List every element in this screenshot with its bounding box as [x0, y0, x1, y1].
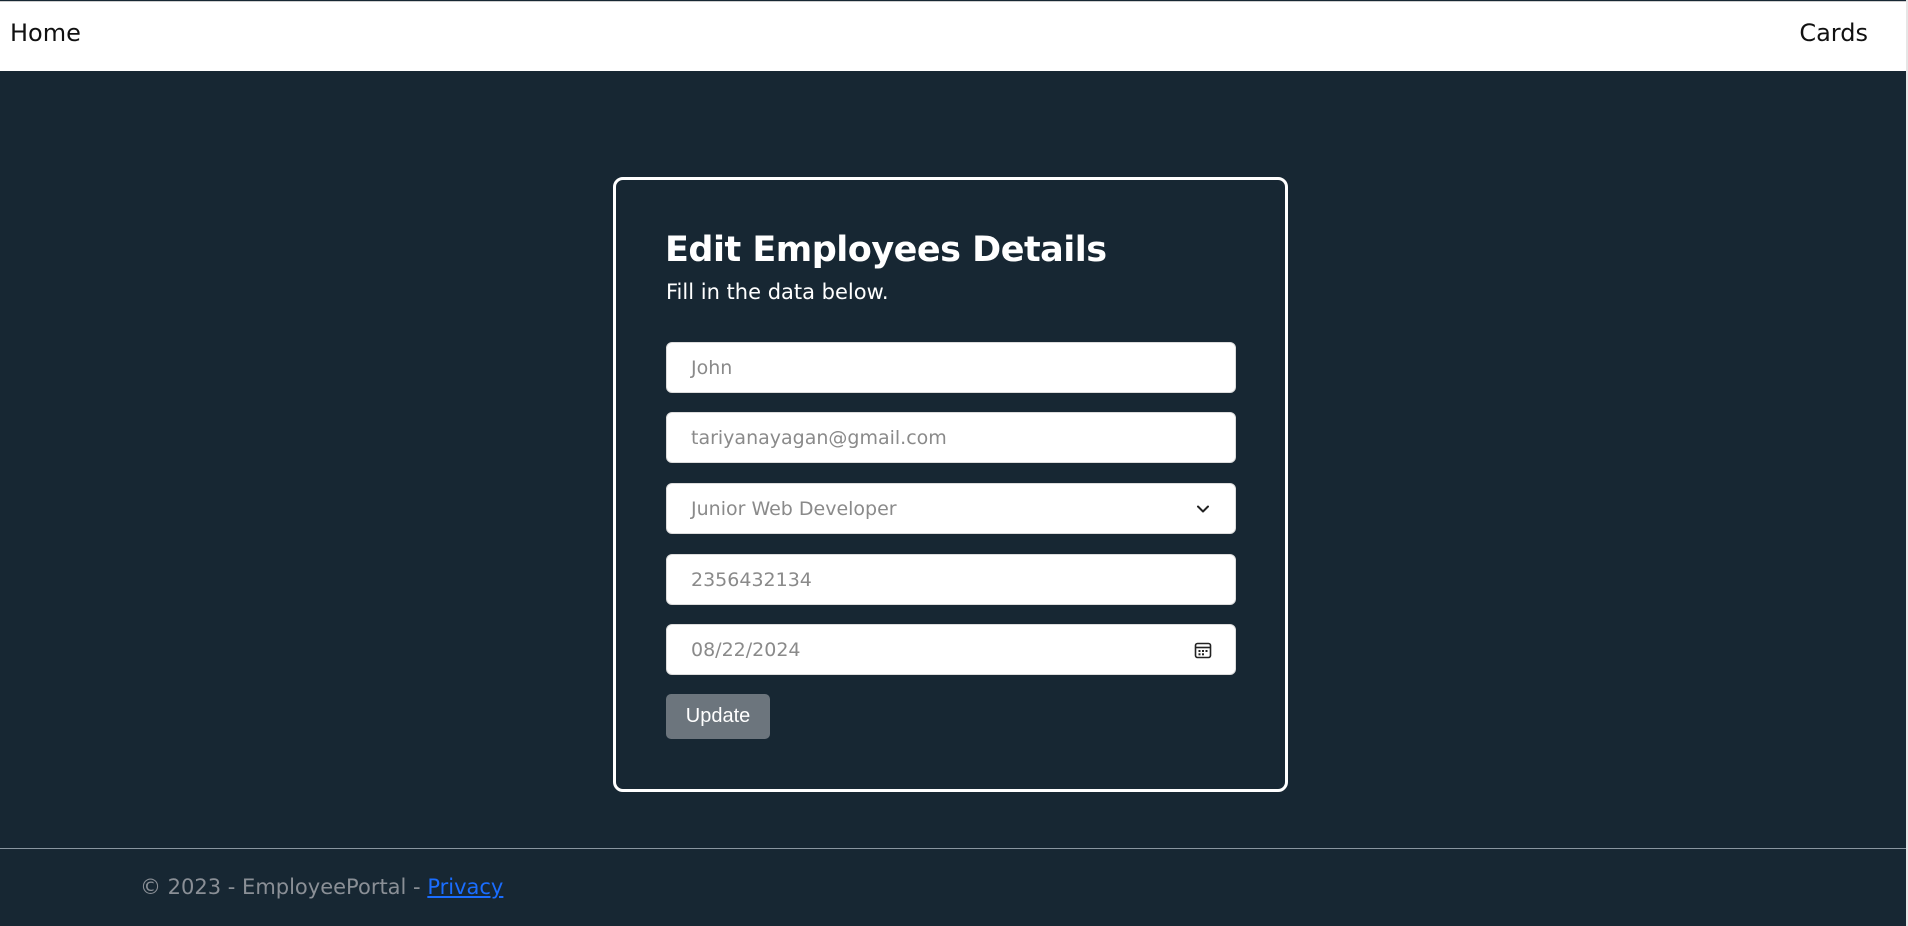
page-title: Edit Employees Details	[665, 230, 1107, 270]
edit-employee-card: Edit Employees Details Fill in the data …	[613, 177, 1288, 792]
name-value: John	[691, 357, 733, 379]
top-navbar: Home Cards	[0, 1, 1906, 71]
footer-copyright: © 2023 - EmployeePortal -	[140, 875, 428, 899]
name-input[interactable]: John	[666, 342, 1236, 393]
phone-input[interactable]: 2356432134	[666, 554, 1236, 605]
privacy-link[interactable]: Privacy	[427, 875, 503, 899]
nav-cards-link[interactable]: Cards	[1799, 19, 1868, 47]
nav-home-link[interactable]: Home	[10, 19, 81, 47]
date-input[interactable]: 08/22/2024	[666, 624, 1236, 675]
footer: © 2023 - EmployeePortal - Privacy	[140, 875, 503, 899]
page-subtitle: Fill in the data below.	[666, 280, 889, 304]
footer-divider	[0, 848, 1906, 849]
date-value: 08/22/2024	[691, 639, 801, 661]
email-value: tariyanayagan@gmail.com	[691, 427, 947, 449]
update-button[interactable]: Update	[666, 694, 770, 739]
phone-value: 2356432134	[691, 569, 812, 591]
chevron-down-icon	[1193, 499, 1213, 519]
calendar-icon[interactable]	[1193, 640, 1213, 660]
email-input[interactable]: tariyanayagan@gmail.com	[666, 412, 1236, 463]
position-value: Junior Web Developer	[691, 498, 897, 520]
page-background: Home Cards Edit Employees Details Fill i…	[0, 0, 1906, 926]
position-select[interactable]: Junior Web Developer	[666, 483, 1236, 534]
